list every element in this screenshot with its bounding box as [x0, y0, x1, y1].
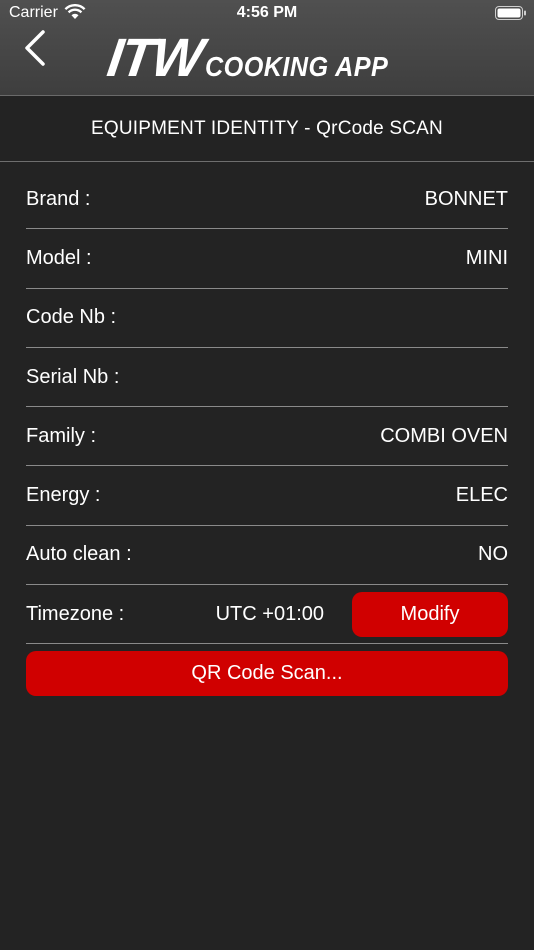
row-brand: Brand : BONNET: [26, 170, 508, 230]
app-logo: ITW COOKING APP: [104, 28, 409, 88]
brand-value: BONNET: [424, 187, 508, 210]
model-value: MINI: [465, 246, 508, 269]
code-nb-label: Code Nb :: [26, 306, 117, 329]
row-timezone: Timezone : UTC +01:00 Modify: [26, 585, 508, 645]
row-family: Family : COMBI OVEN: [26, 407, 508, 467]
family-label: Family :: [26, 424, 96, 447]
model-label: Model :: [26, 246, 92, 269]
status-time: 4:56 PM: [236, 4, 298, 21]
auto-clean-label: Auto clean :: [26, 543, 132, 566]
energy-label: Energy :: [26, 484, 101, 507]
equipment-details-list: Brand : BONNET Model : MINI Code Nb : Se…: [26, 170, 508, 645]
row-model: Model : MINI: [26, 229, 508, 289]
qr-code-scan-button[interactable]: QR Code Scan...: [26, 651, 508, 696]
logo-subtitle: COOKING APP: [204, 51, 389, 82]
app-header: Carrier 4:56 PM ITW COOKING APP: [0, 0, 534, 96]
modify-timezone-button[interactable]: Modify: [352, 591, 508, 637]
battery-icon: [495, 6, 526, 20]
family-value: COMBI OVEN: [380, 424, 508, 447]
logo-itw-text: ITW: [103, 28, 206, 88]
row-serial-nb: Serial Nb :: [26, 348, 508, 408]
timezone-label: Timezone :: [26, 602, 125, 625]
equipment-identity-screen: Carrier 4:56 PM ITW COOKING APP EQUIPMEN…: [0, 0, 534, 950]
energy-value: ELEC: [455, 484, 508, 507]
page-title: EQUIPMENT IDENTITY - QrCode SCAN: [0, 96, 534, 162]
serial-nb-label: Serial Nb :: [26, 365, 120, 388]
timezone-value: UTC +01:00: [215, 602, 324, 625]
row-auto-clean: Auto clean : NO: [26, 526, 508, 586]
row-code-nb: Code Nb :: [26, 289, 508, 348]
brand-label: Brand :: [26, 187, 91, 210]
auto-clean-value: NO: [478, 543, 508, 566]
back-chevron-icon[interactable]: [18, 28, 54, 68]
row-energy: Energy : ELEC: [26, 466, 508, 526]
